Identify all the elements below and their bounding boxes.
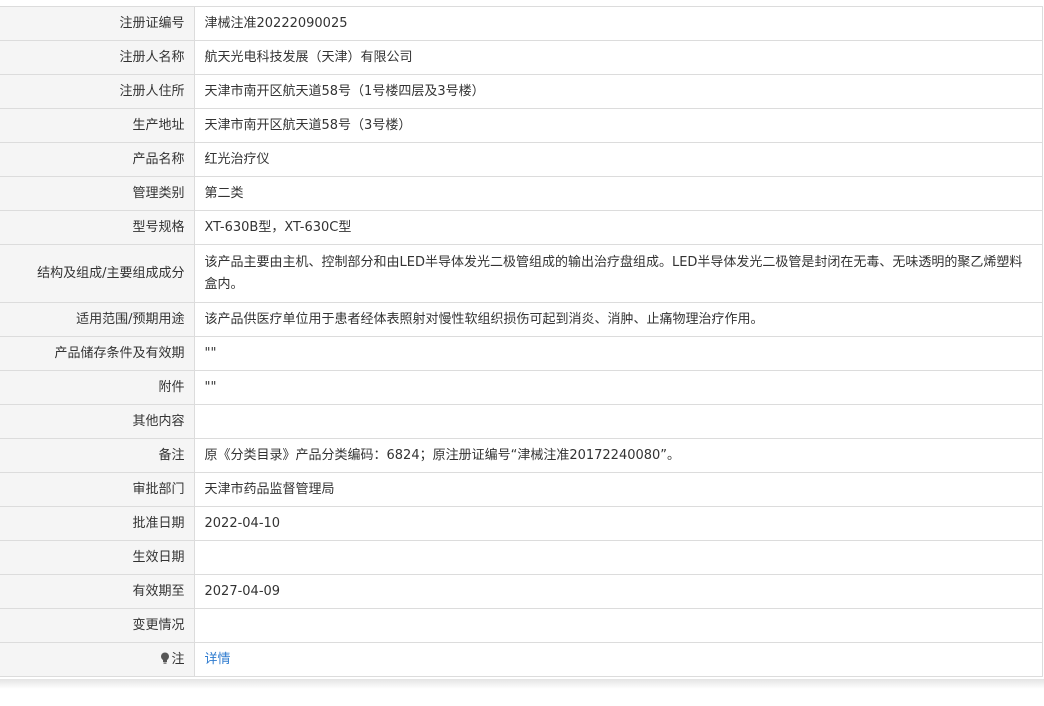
management-category-label: 管理类别 [0,176,195,211]
registrant-name-label: 注册人名称 [0,40,195,75]
note-label-cell: 注 [0,642,195,677]
remarks-value: 原《分类目录》产品分类编码：6824；原注册证编号“津械注准2017224008… [193,438,1043,473]
note-label: 注 [171,651,185,667]
row-model-spec: 型号规格 XT-630B型，XT-630C型 [0,210,1043,245]
approval-date-label: 批准日期 [0,506,195,541]
production-address-value: 天津市南开区航天道58号（3号楼） [193,108,1043,143]
row-structure-composition: 结构及组成/主要组成成分 该产品主要由主机、控制部分和由LED半导体发光二极管组… [0,244,1043,303]
registrant-address-value: 天津市南开区航天道58号（1号楼四层及3号楼） [193,74,1043,109]
storage-validity-value: "" [193,336,1043,371]
management-category-value: 第二类 [193,176,1043,211]
remarks-label: 备注 [0,438,195,473]
lightbulb-icon [161,652,170,664]
approval-department-value: 天津市药品监督管理局 [193,472,1043,507]
product-name-label: 产品名称 [0,142,195,177]
registration-number-label: 注册证编号 [0,6,195,41]
production-address-label: 生产地址 [0,108,195,143]
row-approval-date: 批准日期 2022-04-10 [0,506,1043,541]
other-content-label: 其他内容 [0,404,195,439]
row-registrant-address: 注册人住所 天津市南开区航天道58号（1号楼四层及3号楼） [0,74,1043,109]
row-remarks: 备注 原《分类目录》产品分类编码：6824；原注册证编号“津械注准2017224… [0,438,1043,473]
intended-use-value: 该产品供医疗单位用于患者经体表照射对慢性软组织损伤可起到消炎、消肿、止痛物理治疗… [193,302,1043,337]
details-link[interactable]: 详情 [205,652,231,667]
row-registration-number: 注册证编号 津械注准20222090025 [0,6,1043,41]
approval-department-label: 审批部门 [0,472,195,507]
row-other-content: 其他内容 [0,404,1043,439]
other-content-value [193,404,1043,439]
storage-validity-label: 产品储存条件及有效期 [0,336,195,371]
note-value: 详情 [193,642,1043,677]
registration-record-table: 注册证编号 津械注准20222090025 注册人名称 航天光电科技发展（天津）… [0,6,1043,677]
registration-number-value: 津械注准20222090025 [193,6,1043,41]
row-attachments: 附件 "" [0,370,1043,405]
row-production-address: 生产地址 天津市南开区航天道58号（3号楼） [0,108,1043,143]
page-bottom-shadow [0,679,1044,689]
attachments-value: "" [193,370,1043,405]
registrant-address-label: 注册人住所 [0,74,195,109]
row-valid-until: 有效期至 2027-04-09 [0,574,1043,609]
row-note: 注 详情 [0,642,1043,677]
structure-composition-label: 结构及组成/主要组成成分 [0,244,195,303]
row-storage-validity: 产品储存条件及有效期 "" [0,336,1043,371]
approval-date-value: 2022-04-10 [193,506,1043,541]
row-product-name: 产品名称 红光治疗仪 [0,142,1043,177]
intended-use-label: 适用范围/预期用途 [0,302,195,337]
row-effective-date: 生效日期 [0,540,1043,575]
model-spec-value: XT-630B型，XT-630C型 [193,210,1043,245]
valid-until-value: 2027-04-09 [193,574,1043,609]
effective-date-label: 生效日期 [0,540,195,575]
model-spec-label: 型号规格 [0,210,195,245]
row-approval-department: 审批部门 天津市药品监督管理局 [0,472,1043,507]
change-status-label: 变更情况 [0,608,195,643]
row-management-category: 管理类别 第二类 [0,176,1043,211]
change-status-value [193,608,1043,643]
valid-until-label: 有效期至 [0,574,195,609]
registrant-name-value: 航天光电科技发展（天津）有限公司 [193,40,1043,75]
effective-date-value [193,540,1043,575]
row-change-status: 变更情况 [0,608,1043,643]
row-intended-use: 适用范围/预期用途 该产品供医疗单位用于患者经体表照射对慢性软组织损伤可起到消炎… [0,302,1043,337]
attachments-label: 附件 [0,370,195,405]
row-registrant-name: 注册人名称 航天光电科技发展（天津）有限公司 [0,40,1043,75]
structure-composition-value: 该产品主要由主机、控制部分和由LED半导体发光二极管组成的输出治疗盘组成。LED… [193,244,1043,303]
product-name-value: 红光治疗仪 [193,142,1043,177]
